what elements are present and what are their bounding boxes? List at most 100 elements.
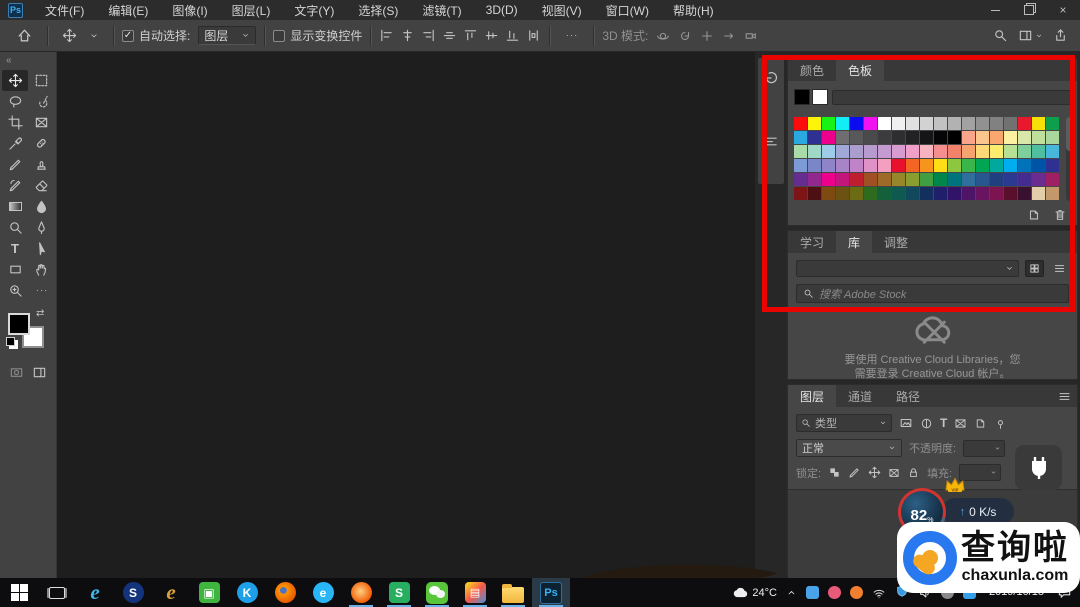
swatches-tab-色板[interactable]: 色板 [836,59,884,81]
swatches-tab-颜色[interactable]: 颜色 [788,59,836,81]
swatch-0-5[interactable] [864,117,877,130]
swatch-2-16[interactable] [1018,145,1031,158]
swatch-4-5[interactable] [864,173,877,186]
swatch-0-15[interactable] [1004,117,1017,130]
pan-3d-icon[interactable] [700,29,714,43]
recent-swatch-white[interactable] [812,89,828,105]
toolbox-collapse-icon[interactable]: « [0,52,56,70]
swap-colors-icon[interactable]: ⇄ [36,308,44,319]
wifi-icon[interactable] [872,586,886,600]
swatch-5-4[interactable] [850,187,863,200]
swatch-4-9[interactable] [920,173,933,186]
swatch-4-7[interactable] [892,173,905,186]
layers-tab-图层[interactable]: 图层 [788,385,836,407]
swatch-4-18[interactable] [1046,173,1059,186]
valign-middle-icon[interactable] [484,28,499,43]
swatch-3-15[interactable] [1004,159,1017,172]
swatch-1-5[interactable] [864,131,877,144]
swatch-0-14[interactable] [990,117,1003,130]
show-transform-checkbox[interactable]: ✓ [273,30,285,42]
swatch-3-7[interactable] [892,159,905,172]
move-tool-preset-icon[interactable] [56,28,83,43]
taskbar-app-photoshop[interactable]: Ps [532,578,570,607]
screen-mode-icon[interactable] [32,365,47,380]
net-speed-pill[interactable]: ↑ 0 K/s [942,498,1014,525]
more-options-icon[interactable] [558,28,585,43]
swatch-0-8[interactable] [906,117,919,130]
swatch-2-18[interactable] [1046,145,1059,158]
edit-toolbar-button[interactable] [28,280,54,301]
foreground-color[interactable] [8,313,30,335]
share-icon[interactable] [1053,28,1068,43]
swatch-5-16[interactable] [1018,187,1031,200]
swatch-4-8[interactable] [906,173,919,186]
swatch-5-3[interactable] [836,187,849,200]
swatch-1-9[interactable] [920,131,933,144]
pen-tool[interactable] [28,217,54,238]
swatch-1-0[interactable] [794,131,807,144]
list-view-icon[interactable] [1050,260,1069,277]
swatch-4-15[interactable] [1004,173,1017,186]
swatch-1-16[interactable] [1018,131,1031,144]
swatch-3-0[interactable] [794,159,807,172]
swatch-1-17[interactable] [1032,131,1045,144]
default-colors-icon[interactable] [6,337,15,346]
properties-panel-icon[interactable] [764,134,779,149]
menu-item-3[interactable]: 图层(L) [220,0,283,20]
swatch-4-12[interactable] [962,173,975,186]
swatch-1-8[interactable] [906,131,919,144]
orbit-3d-icon[interactable] [656,29,670,43]
layers-tab-路径[interactable]: 路径 [884,385,932,407]
blend-mode-dropdown[interactable]: 正常 [796,439,902,457]
swatch-3-17[interactable] [1032,159,1045,172]
swatch-5-13[interactable] [976,187,989,200]
swatch-3-14[interactable] [990,159,1003,172]
swatch-1-7[interactable] [892,131,905,144]
restore-button[interactable] [1012,0,1046,20]
menu-item-6[interactable]: 滤镜(T) [410,0,473,20]
valign-top-icon[interactable] [463,28,478,43]
swatch-2-2[interactable] [822,145,835,158]
menu-item-7[interactable]: 3D(D) [474,0,530,20]
swatch-3-10[interactable] [934,159,947,172]
blur-tool[interactable] [28,196,54,217]
roll-3d-icon[interactable] [678,29,692,43]
swatch-4-3[interactable] [836,173,849,186]
swatch-5-7[interactable] [892,187,905,200]
workspace-switcher-icon[interactable] [1018,28,1033,43]
swatch-1-13[interactable] [976,131,989,144]
align-center-icon[interactable] [400,28,415,43]
usb-tray-icon[interactable] [806,586,819,599]
swatch-1-12[interactable] [962,131,975,144]
gradient-tool[interactable] [2,196,28,217]
library-select-dropdown[interactable] [796,260,1019,277]
marquee-tool[interactable] [28,70,54,91]
swatch-1-6[interactable] [878,131,891,144]
swatch-2-6[interactable] [878,145,891,158]
swatch-4-2[interactable] [822,173,835,186]
swatch-2-15[interactable] [1004,145,1017,158]
swatch-3-18[interactable] [1046,159,1059,172]
taskbar-app-sogou-browser[interactable]: S [114,578,152,607]
swatch-2-17[interactable] [1032,145,1045,158]
swatch-0-11[interactable] [948,117,961,130]
dodge-tool[interactable] [2,217,28,238]
weather-icon[interactable]: 24°C [733,585,777,601]
swatch-3-11[interactable] [948,159,961,172]
taskbar-app-notes[interactable]: ▤ [456,578,494,607]
color-picker-widget[interactable]: ⇄ [8,311,48,351]
clone-stamp-tool[interactable] [28,154,54,175]
swatch-4-13[interactable] [976,173,989,186]
swatch-5-5[interactable] [864,187,877,200]
quick-mask-icon[interactable] [9,365,24,380]
swatch-1-4[interactable] [850,131,863,144]
taskbar-app-wps[interactable]: S [380,578,418,607]
libraries-tab-调整[interactable]: 调整 [872,231,920,253]
swatch-5-12[interactable] [962,187,975,200]
swatch-2-8[interactable] [906,145,919,158]
swatch-3-12[interactable] [962,159,975,172]
eyedropper-tool[interactable] [2,133,28,154]
filter-toggle-icon[interactable] [994,417,1007,430]
filter-smart-objects-icon[interactable] [974,417,987,430]
tray-app-orange-icon[interactable] [850,586,863,599]
